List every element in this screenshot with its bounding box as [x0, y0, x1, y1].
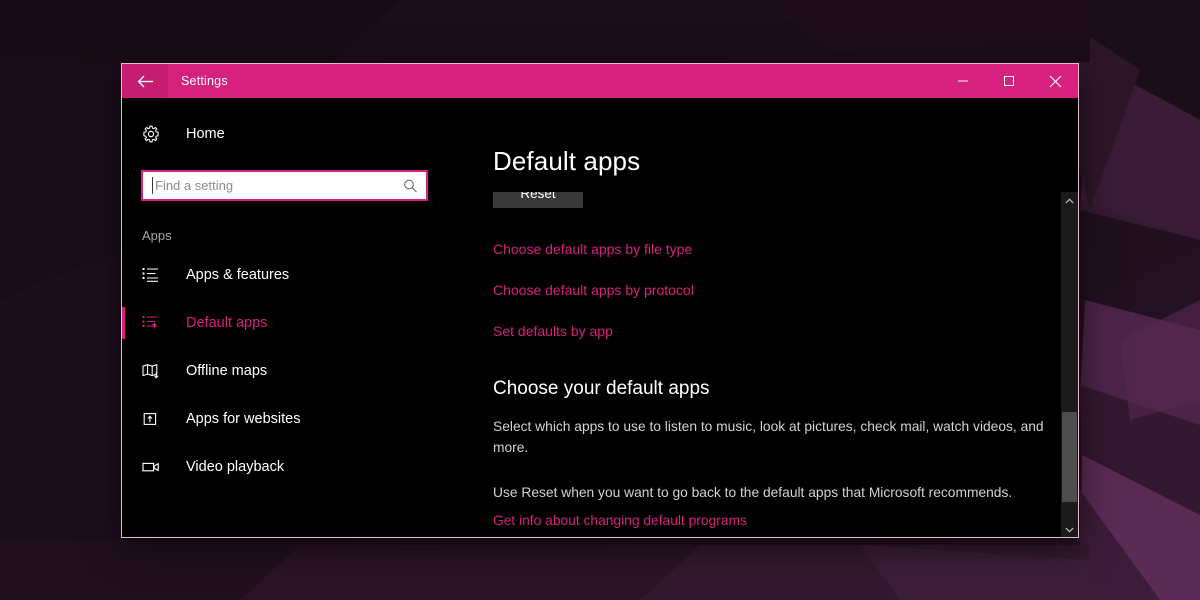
window-body: Home Apps	[122, 98, 1078, 537]
sidebar-item-home[interactable]: Home	[122, 112, 467, 156]
link-choose-default-apps-by-file-type[interactable]: Choose default apps by file type	[493, 241, 692, 257]
back-arrow-icon	[137, 75, 154, 88]
search-input[interactable]	[143, 172, 426, 199]
scroll-up-button[interactable]	[1061, 192, 1078, 209]
page-title: Default apps	[493, 146, 641, 176]
sidebar-item-label: Offline maps	[186, 363, 268, 379]
sidebar-item-label: Default apps	[186, 315, 268, 331]
sidebar-item-label: Video playback	[186, 459, 285, 475]
app-link-icon	[142, 411, 168, 427]
sidebar-item-label: Apps & features	[186, 267, 290, 283]
sidebar-section-label: Apps	[142, 228, 172, 243]
scroll-down-button[interactable]	[1061, 520, 1078, 537]
close-button[interactable]	[1032, 64, 1078, 98]
search-box[interactable]	[141, 170, 428, 201]
scroll-region: Reset Choose default apps by file type C…	[467, 192, 1078, 537]
default-apps-icon	[142, 315, 168, 331]
map-download-icon	[142, 363, 168, 379]
scroll-content: Reset Choose default apps by file type C…	[467, 192, 1078, 528]
link-get-info-about-changing-default-programs[interactable]: Get info about changing default programs	[493, 513, 747, 528]
close-icon	[1049, 75, 1062, 88]
video-camera-icon	[142, 459, 168, 475]
chevron-down-icon	[1065, 520, 1074, 538]
reset-note-text: Use Reset when you want to go back to th…	[493, 485, 1013, 500]
text-caret	[152, 177, 153, 194]
sidebar-item-label: Apps for websites	[186, 411, 301, 427]
minimize-button[interactable]	[940, 64, 986, 98]
choose-default-apps-description: Select which apps to use to listen to mu…	[493, 419, 1044, 455]
minimize-icon	[957, 75, 969, 87]
caption-buttons	[940, 64, 1078, 98]
search-icon[interactable]	[403, 178, 418, 193]
title-bar[interactable]: Settings	[122, 64, 1078, 98]
choose-default-apps-heading: Choose your default apps	[493, 378, 710, 399]
main-content: Default apps Reset Choose default apps b…	[467, 98, 1078, 537]
reset-button[interactable]: Reset	[493, 192, 583, 208]
maximize-button[interactable]	[986, 64, 1032, 98]
settings-window: Settings Home Find a setting Apps Apps &…	[121, 63, 1079, 538]
link-set-defaults-by-app[interactable]: Set defaults by app	[493, 323, 613, 339]
sidebar-item-apps-for-websites[interactable]: Apps for websites	[122, 395, 467, 443]
sidebar-nav-list: Apps & features Default apps Offline map…	[122, 251, 467, 491]
chevron-up-icon	[1065, 192, 1074, 210]
link-choose-default-apps-by-protocol[interactable]: Choose default apps by protocol	[493, 282, 694, 298]
sidebar: Home Apps	[122, 98, 467, 537]
sidebar-item-default-apps[interactable]: Default apps	[122, 299, 467, 347]
back-button[interactable]	[122, 64, 168, 98]
scrollbar-thumb[interactable]	[1062, 412, 1077, 502]
sidebar-item-video-playback[interactable]: Video playback	[122, 443, 467, 491]
window-title: Settings	[181, 74, 228, 88]
sidebar-item-apps-features[interactable]: Apps & features	[122, 251, 467, 299]
header-mask	[467, 98, 1078, 192]
vertical-scrollbar[interactable]	[1061, 192, 1078, 537]
list-icon	[142, 267, 168, 283]
maximize-icon	[1003, 75, 1015, 87]
gear-icon	[142, 125, 168, 143]
sidebar-home-label: Home	[186, 126, 225, 142]
sidebar-item-offline-maps[interactable]: Offline maps	[122, 347, 467, 395]
